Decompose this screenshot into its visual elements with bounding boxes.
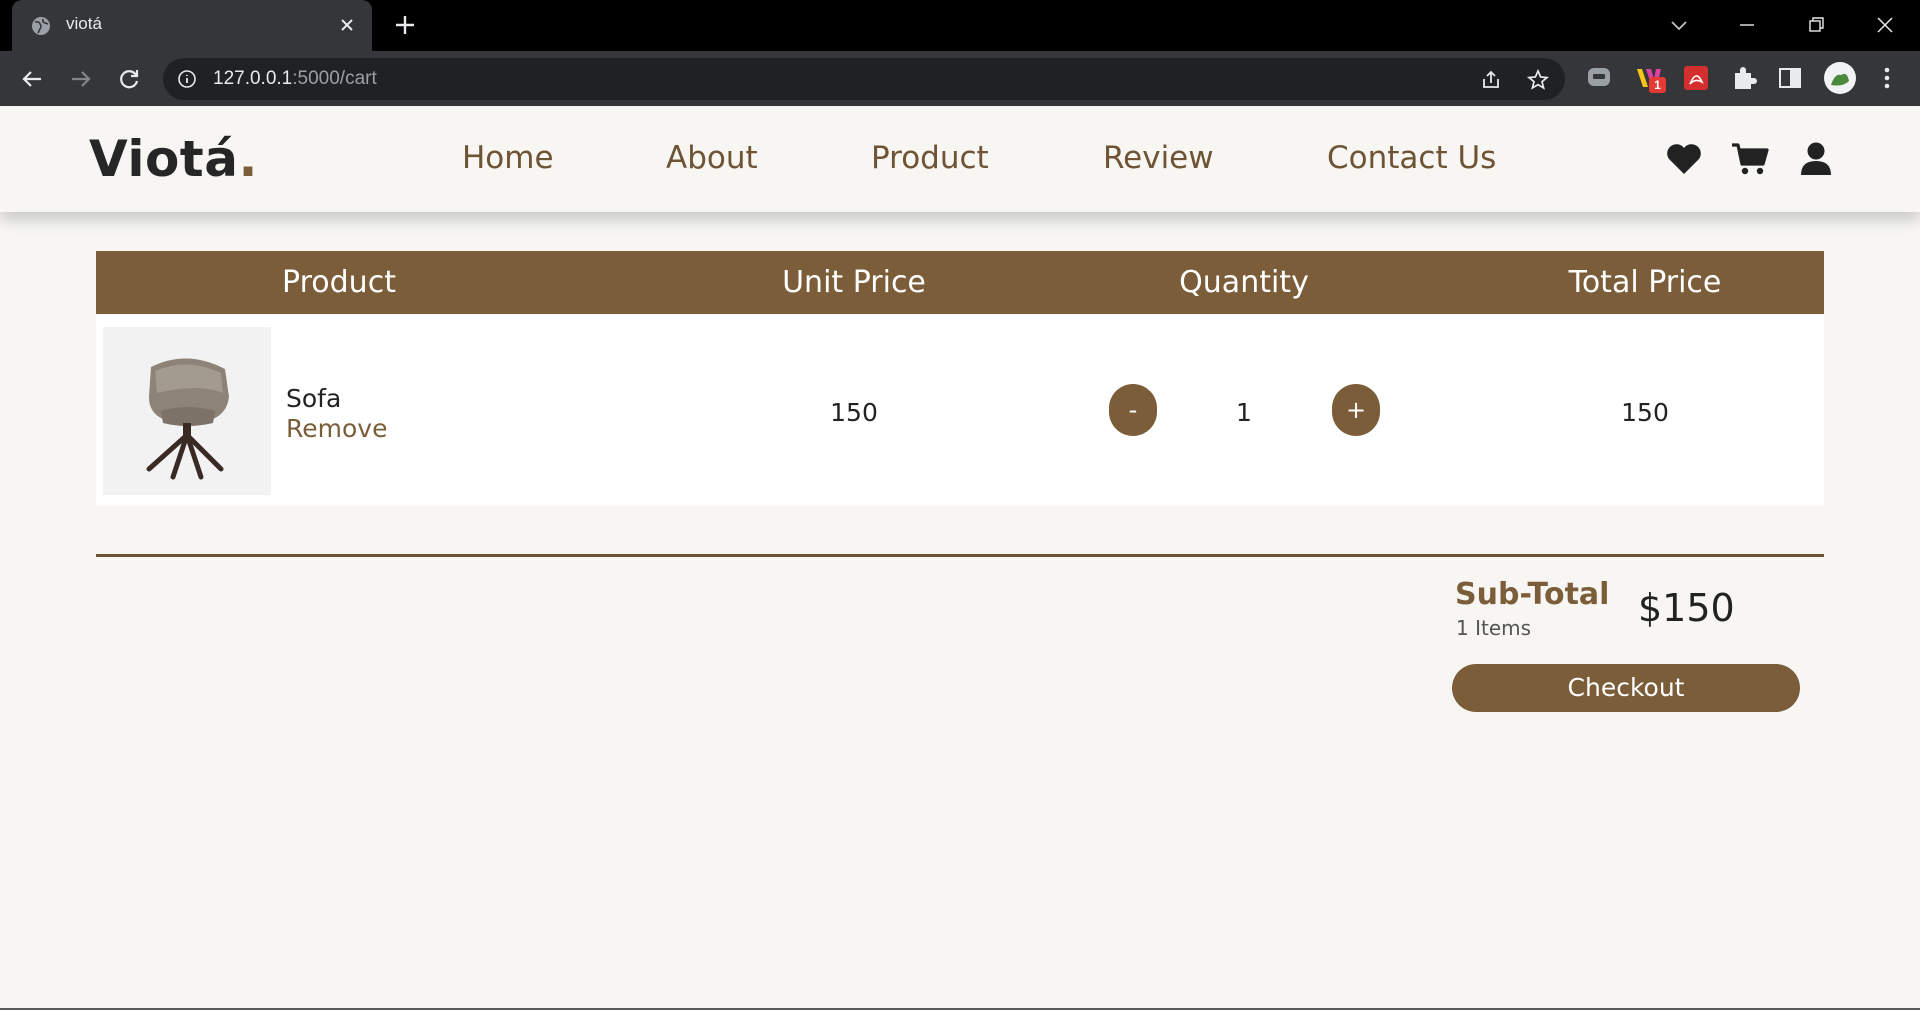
close-icon[interactable] bbox=[336, 14, 358, 36]
cart-icon[interactable] bbox=[1731, 141, 1769, 177]
minimize-icon[interactable] bbox=[1732, 10, 1762, 40]
remove-link[interactable]: Remove bbox=[286, 414, 387, 443]
url-text: 127.0.0.1:5000/cart bbox=[213, 68, 377, 90]
chevron-down-icon[interactable] bbox=[1664, 10, 1694, 40]
quantity-value: 1 bbox=[1236, 398, 1252, 427]
column-header-product: Product bbox=[282, 265, 396, 300]
url-host: 127.0.0.1 bbox=[213, 68, 293, 89]
puzzle-icon[interactable] bbox=[1729, 63, 1759, 93]
decrement-button[interactable]: - bbox=[1109, 384, 1157, 436]
site-logo[interactable]: Viotá. bbox=[89, 130, 258, 188]
kebab-menu-icon[interactable] bbox=[1872, 63, 1902, 93]
heart-icon[interactable] bbox=[1665, 141, 1703, 177]
browser-tab-strip: viotá bbox=[0, 0, 1920, 51]
browser-tab[interactable]: viotá bbox=[12, 0, 372, 51]
unit-price: 150 bbox=[830, 398, 878, 427]
cart-row: Sofa Remove 150 - 1 + 150 bbox=[96, 314, 1824, 506]
product-name: Sofa bbox=[286, 384, 342, 413]
column-header-quantity: Quantity bbox=[1179, 265, 1309, 300]
address-bar[interactable]: 127.0.0.1:5000/cart bbox=[163, 58, 1565, 100]
chat-extension-icon[interactable] bbox=[1584, 63, 1614, 93]
product-image bbox=[103, 327, 271, 495]
increment-button[interactable]: + bbox=[1332, 384, 1380, 436]
cart-table-header: Product Unit Price Quantity Total Price bbox=[96, 251, 1824, 314]
column-header-unit-price: Unit Price bbox=[782, 265, 926, 300]
restore-icon[interactable] bbox=[1801, 10, 1831, 40]
side-panel-icon[interactable] bbox=[1775, 63, 1805, 93]
total-price: 150 bbox=[1621, 398, 1669, 427]
chair-image bbox=[146, 358, 229, 480]
star-icon[interactable] bbox=[1526, 68, 1550, 92]
share-icon[interactable] bbox=[1479, 68, 1503, 92]
forward-icon[interactable] bbox=[66, 64, 96, 94]
user-icon[interactable] bbox=[1797, 141, 1835, 177]
info-icon[interactable] bbox=[177, 69, 197, 89]
globe-icon bbox=[32, 17, 50, 35]
nav-about[interactable]: About bbox=[666, 140, 758, 176]
logo-text: Viotá bbox=[89, 130, 239, 188]
window-close-icon[interactable] bbox=[1870, 10, 1900, 40]
nav-review[interactable]: Review bbox=[1103, 140, 1214, 176]
column-header-total-price: Total Price bbox=[1568, 265, 1722, 300]
tab-title: viotá bbox=[66, 14, 102, 33]
checkout-button[interactable]: Checkout bbox=[1452, 664, 1800, 712]
nav-home[interactable]: Home bbox=[462, 140, 554, 176]
browser-toolbar: 127.0.0.1:5000/cart 1 bbox=[0, 51, 1920, 106]
subtotal-label: Sub-Total bbox=[1455, 577, 1610, 612]
site-header: Viotá. Home About Product Review Contact… bbox=[0, 106, 1920, 212]
subtotal-amount: $150 bbox=[1638, 586, 1735, 630]
pdf-extension-icon[interactable] bbox=[1681, 63, 1711, 93]
url-path: :5000/cart bbox=[292, 68, 377, 89]
profile-avatar-icon[interactable] bbox=[1823, 61, 1857, 95]
nav-contact-us[interactable]: Contact Us bbox=[1327, 140, 1496, 176]
highlighter-extension[interactable]: 1 bbox=[1634, 63, 1668, 93]
items-count: 1 Items bbox=[1456, 616, 1532, 640]
divider bbox=[96, 554, 1824, 557]
reload-icon[interactable] bbox=[114, 64, 144, 94]
new-tab-icon[interactable] bbox=[393, 13, 417, 37]
back-icon[interactable] bbox=[17, 64, 47, 94]
logo-dot: . bbox=[238, 130, 258, 188]
nav-product[interactable]: Product bbox=[871, 140, 989, 176]
extension-badge: 1 bbox=[1649, 77, 1666, 93]
